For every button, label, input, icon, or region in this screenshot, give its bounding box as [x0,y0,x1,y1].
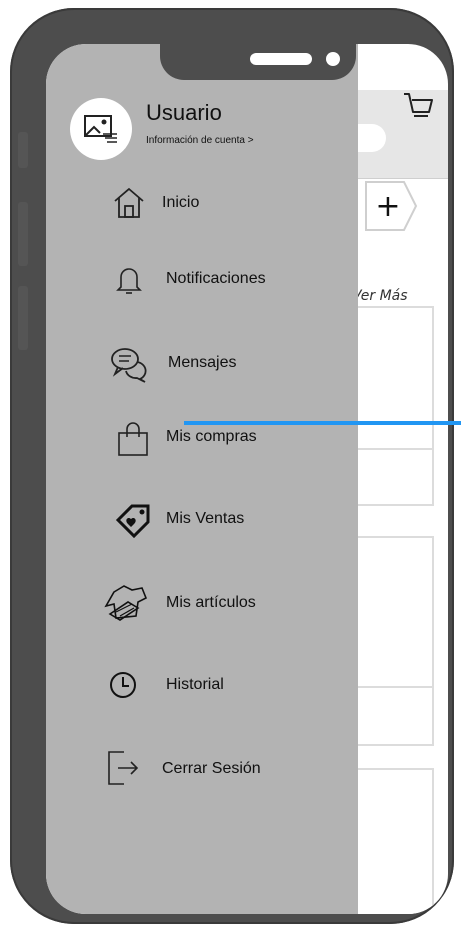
add-more-button[interactable]: + [362,178,418,234]
mute-switch [18,132,28,168]
phone-screen: + Ver Más Usuario Información de cuenta … [46,44,448,914]
sales-tag-icon [115,504,150,538]
menu-label: Mensajes [168,354,237,371]
svg-text:+: + [375,189,400,224]
menu-label: Historial [166,676,224,693]
camera [326,52,340,66]
volume-up-button [18,202,28,266]
items-icon [104,585,148,621]
navigation-drawer: Usuario Información de cuenta > Inicio N… [46,44,358,914]
phone-frame: + Ver Más Usuario Información de cuenta … [10,8,454,924]
chat-icon [111,348,147,383]
product-card[interactable] [346,686,434,746]
speaker [250,53,312,65]
swipe-gesture-line [184,421,461,425]
product-card[interactable] [346,768,434,914]
menu-label: Mis artículos [166,594,256,611]
avatar[interactable] [70,98,132,160]
product-card[interactable] [346,306,434,450]
menu-item-notificaciones[interactable]: Notificaciones [46,256,358,300]
notch [160,44,356,80]
menu-item-mis-ventas[interactable]: Mis Ventas [46,496,358,540]
menu-label: Mis compras [166,428,257,445]
menu-label: Notificaciones [166,270,266,287]
shopping-bag-icon [118,422,148,456]
menu-item-cerrar-sesion[interactable]: Cerrar Sesión [46,746,358,790]
menu-label: Inicio [162,194,200,211]
menu-item-mensajes[interactable]: Mensajes [46,340,358,384]
product-card[interactable] [346,448,434,506]
home-icon [114,187,144,218]
user-name: Usuario [146,100,222,125]
menu-label: Cerrar Sesión [162,760,261,777]
menu-item-inicio[interactable]: Inicio [46,180,358,224]
cart-icon[interactable] [401,90,435,124]
logout-icon [108,751,139,785]
product-card[interactable] [346,536,434,688]
menu-item-mis-articulos[interactable]: Mis artículos [46,580,358,624]
clock-icon [110,672,136,698]
ver-mas-label[interactable]: Ver Más [352,288,408,304]
menu-label: Mis Ventas [166,510,245,527]
image-placeholder-icon [84,115,117,143]
volume-down-button [18,286,28,350]
menu-item-historial[interactable]: Historial [46,662,358,706]
bell-icon [116,268,142,294]
account-info-link[interactable]: Información de cuenta > [146,135,254,146]
